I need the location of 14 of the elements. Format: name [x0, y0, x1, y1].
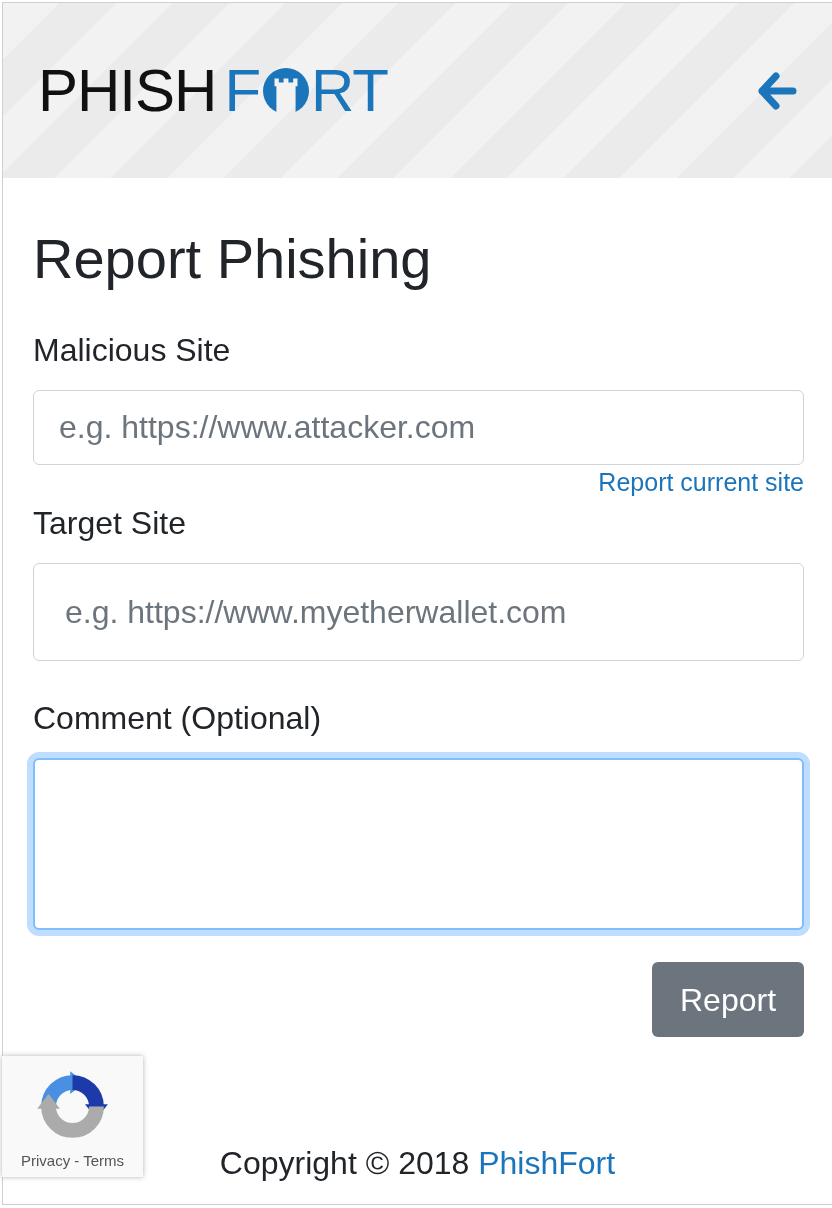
url-input-field[interactable]: e.g. https://www.myetherwallet.com — [33, 563, 804, 661]
tower-circle-icon — [263, 67, 310, 114]
field-label: Comment (Optional) — [33, 702, 323, 734]
report-site-link[interactable]: Report current site — [598, 470, 804, 495]
url-input-field[interactable]: e.g. https://www.attacker.com — [33, 390, 804, 465]
field-label: Target Site — [33, 507, 187, 539]
report-button[interactable]: Report — [652, 962, 804, 1037]
logo-text: F — [224, 60, 262, 121]
left-arrow-icon[interactable] — [757, 71, 797, 110]
phishfort-link[interactable]: PhishFort — [478, 1145, 616, 1181]
field-label: Malicious Site — [33, 334, 232, 366]
logo-text: PHISH — [38, 60, 217, 121]
logo-text: RT — [311, 60, 388, 121]
privacy-terms-links[interactable]: Privacy - Terms — [20, 1153, 125, 1168]
